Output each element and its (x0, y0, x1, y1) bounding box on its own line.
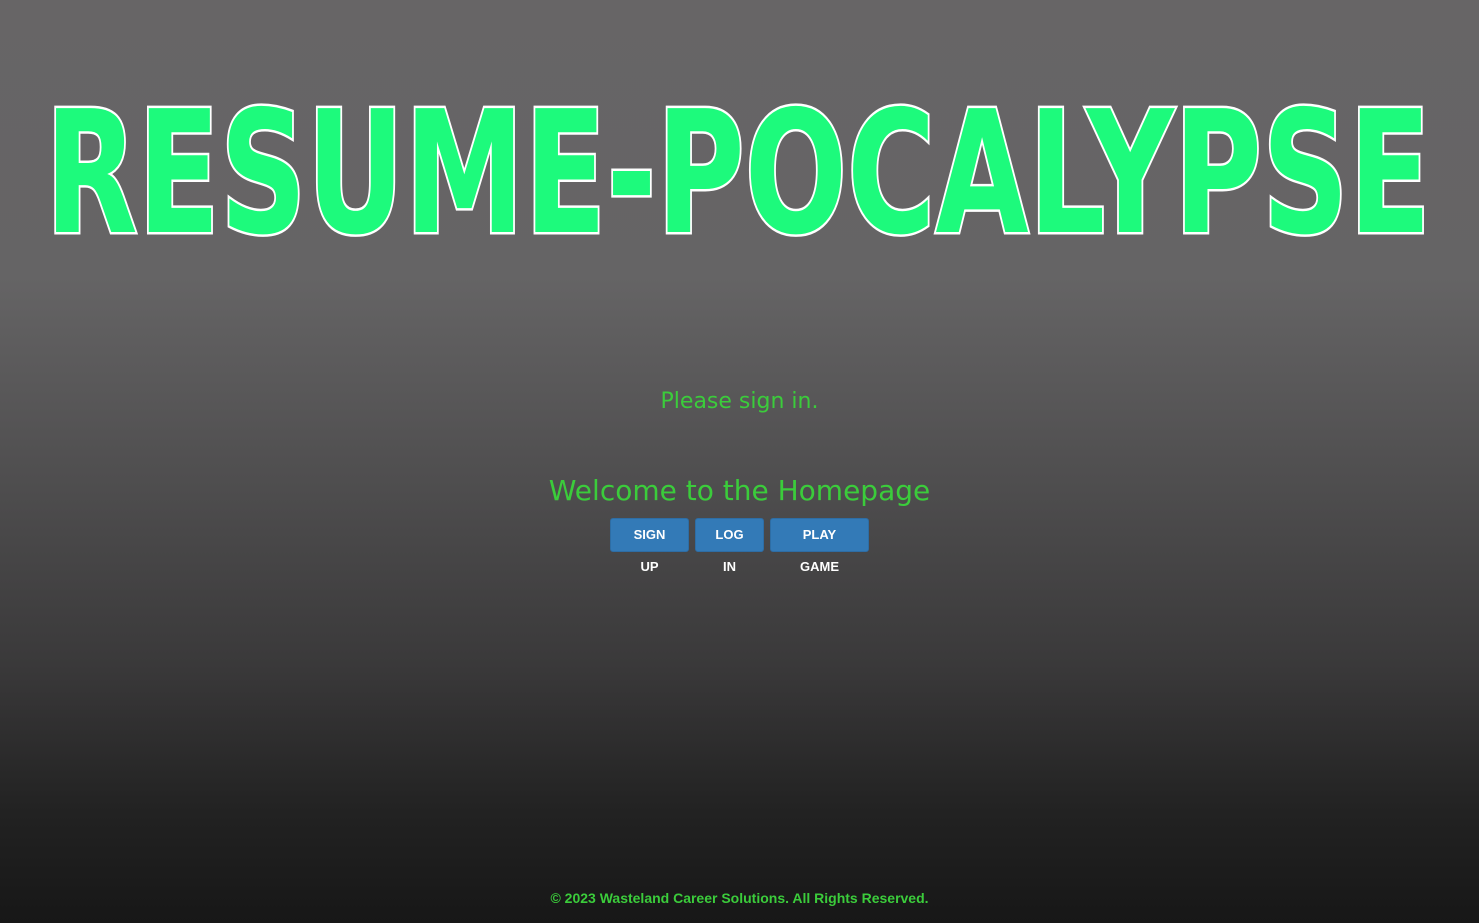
log-in-button[interactable]: LOG IN (695, 518, 764, 574)
site-logo: RESUME-POCALYPSE (40, 92, 1436, 242)
logo-text: RESUME-POCALYPSE (45, 92, 1431, 242)
logo-svg: RESUME-POCALYPSE (43, 92, 1434, 242)
sign-up-button[interactable]: SIGN UP (610, 518, 689, 574)
sign-in-status: Please sign in. (660, 389, 819, 414)
play-game-button[interactable]: PLAY GAME (770, 518, 869, 574)
action-buttons: SIGN UP LOG IN PLAY GAME (0, 518, 1479, 574)
footer-copyright: © 2023 Wasteland Career Solutions. All R… (550, 890, 929, 906)
page-title: Welcome to the Homepage (548, 474, 931, 507)
